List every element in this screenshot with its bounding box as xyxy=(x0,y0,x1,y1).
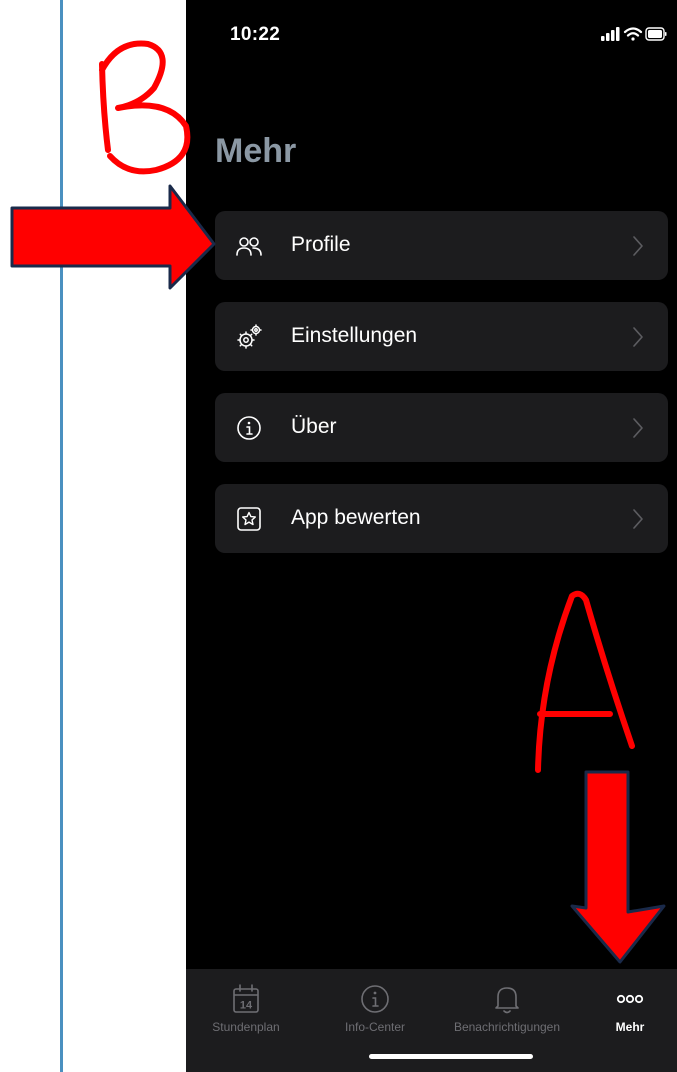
tab-label: Mehr xyxy=(615,1020,645,1034)
info-icon xyxy=(237,416,261,440)
bell-icon xyxy=(495,987,519,1014)
menu-item-label: Profile xyxy=(291,233,351,256)
tab-label: Stundenplan xyxy=(212,1020,280,1034)
status-time: 10:22 xyxy=(230,24,281,45)
info-icon xyxy=(361,985,389,1013)
more-dots-icon xyxy=(616,994,644,1004)
menu-item-label: Über xyxy=(291,415,337,438)
red-arrow-right-icon xyxy=(10,184,216,290)
menu-item-settings[interactable]: Einstellungen xyxy=(215,302,668,371)
chevron-right-icon xyxy=(633,509,643,529)
menu-list: Profile Einstellungen Über App bewerten xyxy=(215,211,668,575)
chevron-right-icon xyxy=(633,236,643,256)
calendar-icon: 14 xyxy=(233,984,259,1013)
home-indicator xyxy=(369,1054,533,1059)
handwritten-letter-b xyxy=(99,40,191,175)
menu-item-label: Einstellungen xyxy=(291,324,418,347)
status-bar: 10:22 xyxy=(186,0,677,70)
star-rating-icon xyxy=(237,507,261,531)
profile-icon xyxy=(236,237,262,256)
cellular-signal-icon xyxy=(601,27,620,41)
menu-item-rate-app[interactable]: App bewerten xyxy=(215,484,668,553)
tab-stundenplan[interactable]: 14 Stundenplan xyxy=(194,969,298,1044)
menu-item-about[interactable]: Über xyxy=(215,393,668,462)
menu-item-profile[interactable]: Profile xyxy=(215,211,668,280)
battery-icon xyxy=(645,27,667,41)
phone-screen: 10:22 Mehr Profile Einstellungen Über Ap… xyxy=(186,0,677,1072)
chevron-right-icon xyxy=(633,327,643,347)
tab-mehr[interactable]: Mehr xyxy=(598,969,662,1044)
calendar-day-badge: 14 xyxy=(240,1000,253,1012)
document-margin-line xyxy=(60,0,63,1072)
page-title: Mehr xyxy=(215,132,297,170)
tab-label: Benachrichtigungen xyxy=(453,1020,561,1034)
status-indicators-icon xyxy=(601,27,667,41)
tab-benachrichtigungen[interactable]: Benachrichtigungen xyxy=(444,969,570,1044)
wifi-icon xyxy=(623,27,643,41)
chevron-right-icon xyxy=(633,418,643,438)
settings-gear-icon xyxy=(237,324,262,349)
tab-info-center[interactable]: Info-Center xyxy=(331,969,419,1044)
menu-item-label: App bewerten xyxy=(291,506,421,529)
tab-label: Info-Center xyxy=(344,1020,406,1034)
